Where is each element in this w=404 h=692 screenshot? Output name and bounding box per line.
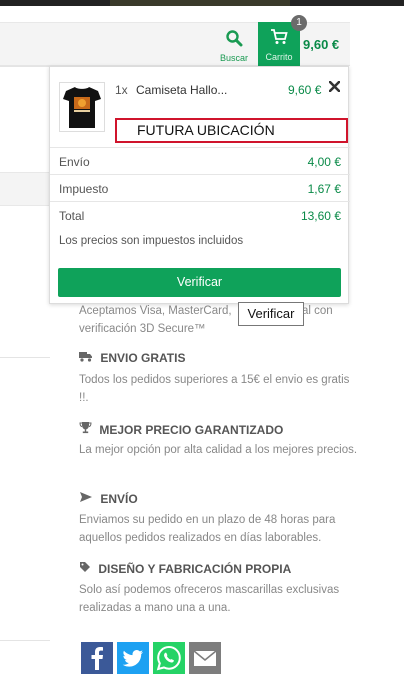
summary-row-tax: Impuesto 1,67 € [50,174,350,201]
page-divider [0,357,50,358]
shopping-cart-icon [271,29,288,44]
summary-row-total: Total 13,60 € [50,201,350,228]
summary-value: 1,67 € [307,182,341,196]
feature-title: DISEÑO Y FABRICACIÓN PROPIA [79,561,291,576]
remove-item-button[interactable] [328,79,341,96]
cart-label: Carrito [265,52,293,62]
feature-text: Todos los pedidos superiores a 15€ el en… [79,374,350,404]
page-band [0,172,50,206]
trophy-icon [79,422,95,437]
item-name[interactable]: Camiseta Hallo... [136,83,227,97]
twitter-share-button[interactable] [117,642,149,674]
close-icon [328,80,341,93]
cart-total[interactable]: 9,60 € [303,37,339,52]
summary-label: Total [59,209,85,223]
product-thumbnail[interactable] [59,82,105,132]
summary-value: 4,00 € [307,155,341,169]
whatsapp-share-button[interactable] [153,642,185,674]
item-price: 9,60 € [288,83,322,97]
tag-icon [79,562,94,576]
search-button[interactable]: Buscar [214,24,254,64]
tooltip: Verificar [238,302,304,326]
feature-title: MEJOR PRECIO GARANTIZADO [79,421,283,437]
item-quantity: 1x [115,83,128,97]
mini-cart-panel: 1x Camiseta Hallo... 9,60 € FUTURA UBICA… [49,66,350,304]
search-label: Buscar [219,53,248,63]
cart-item: 1x Camiseta Hallo... 9,60 € FUTURA UBICA… [50,67,350,147]
whatsapp-icon [156,645,181,671]
search-icon [226,30,243,47]
feature-text: Solo así podemos ofreceros mascarillas e… [79,584,340,614]
summary-value: 13,60 € [300,209,341,223]
page-divider [0,66,50,67]
facebook-share-button[interactable] [81,642,113,674]
plane-icon [79,492,96,506]
facebook-icon [91,647,103,670]
cart-count-badge: 1 [291,15,307,31]
tax-note: Los precios son impuestos incluidos [59,235,244,247]
summary-label: Envío [59,155,90,169]
future-location-box: FUTURA UBICACIÓN [115,118,348,143]
page-divider [0,640,50,641]
feature-text: Enviamos su pedido en un plazo de 48 hor… [79,514,336,544]
payment-info: Aceptamos Visa, MasterCard, pal con verif… [79,305,333,335]
feature-text: La mejor opción por alta calidad a los m… [79,444,358,456]
summary-row-shipping: Envío 4,00 € [50,147,350,174]
feature-title: ENVÍO [79,491,138,506]
truck-icon [79,351,96,365]
email-share-button[interactable] [189,642,221,674]
summary-label: Impuesto [59,182,109,196]
twitter-icon [122,650,143,667]
top-bar [0,0,404,6]
feature-title: ENVIO GRATIS [79,351,185,365]
email-icon [193,650,217,666]
checkout-button[interactable]: Verificar [58,268,341,297]
